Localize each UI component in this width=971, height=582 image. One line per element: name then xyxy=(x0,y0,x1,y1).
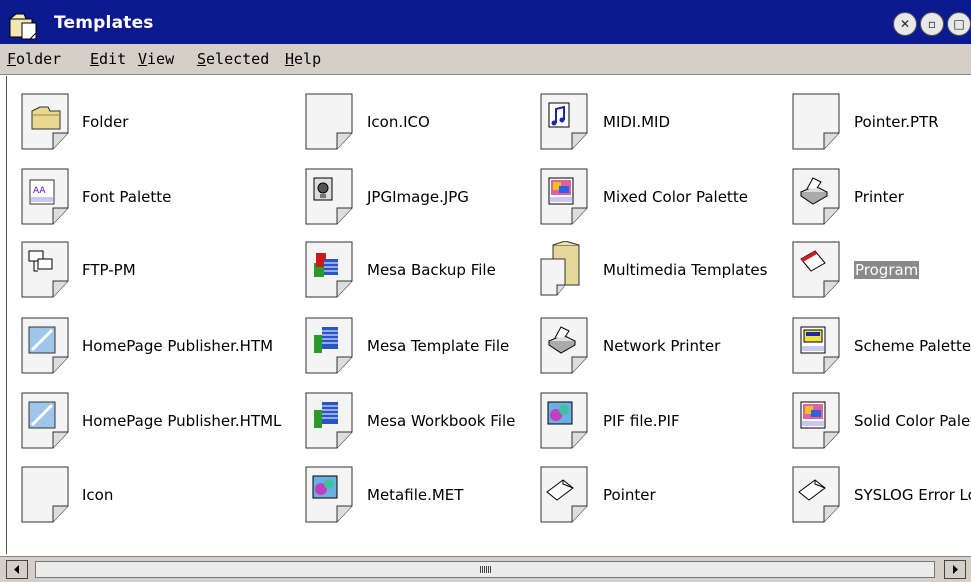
menu-mnemonic: S xyxy=(197,50,207,68)
item-label: Mesa Workbook File xyxy=(367,412,516,430)
web-page-icon xyxy=(21,317,69,374)
templates-window: Templates ✕ ▫ □ Folder Edit View Selecte… xyxy=(0,0,971,582)
item-label: Network Printer xyxy=(603,337,721,355)
menu-mnemonic: H xyxy=(285,50,295,68)
item-label: Icon xyxy=(82,486,114,504)
item-label: Metafile.MET xyxy=(367,486,464,504)
scroll-thumb[interactable] xyxy=(35,561,935,578)
font-palette-icon: AA xyxy=(21,168,69,225)
item-label: Folder xyxy=(82,113,129,131)
web-page-icon xyxy=(21,392,69,449)
minimize-button[interactable]: ▫ xyxy=(920,12,944,36)
printer-icon xyxy=(792,168,840,225)
close-button[interactable]: ✕ xyxy=(893,12,917,36)
item-label: PIF file.PIF xyxy=(603,412,680,430)
menu-help[interactable]: Help xyxy=(285,50,321,68)
item-label: Mesa Backup File xyxy=(367,261,496,279)
scroll-left-button[interactable] xyxy=(6,560,28,579)
title-bar[interactable]: Templates ✕ ▫ □ xyxy=(0,0,971,44)
maximize-icon: □ xyxy=(953,17,965,31)
item-label: SYSLOG Error Lo xyxy=(854,486,971,504)
item-label: MIDI.MID xyxy=(603,113,671,131)
close-icon: ✕ xyxy=(899,17,911,31)
icon-view[interactable]: Folder AA Font Palette FTP-PM HomePage P… xyxy=(6,76,971,554)
menu-bar: Folder Edit View Selected Help xyxy=(0,44,971,75)
menu-mnemonic: F xyxy=(7,50,17,68)
arrow-left-icon xyxy=(14,565,19,574)
metafile-icon xyxy=(305,466,353,523)
menu-label: elected xyxy=(206,50,270,68)
blank-document-icon xyxy=(305,93,353,150)
item-label: Program xyxy=(854,261,920,279)
menu-label: iew xyxy=(147,50,175,68)
minimize-icon: ▫ xyxy=(927,17,937,31)
menu-label: dit xyxy=(99,50,127,68)
blank-document-icon xyxy=(792,93,840,150)
item-label: Font Palette xyxy=(82,188,172,206)
menu-mnemonic: V xyxy=(138,50,148,68)
item-label: JPGImage.JPG xyxy=(367,188,469,206)
blank-document-icon xyxy=(21,466,69,523)
item-label: Mixed Color Palette xyxy=(603,188,748,206)
item-label: Scheme Palette xyxy=(854,337,971,355)
item-label: Pointer xyxy=(603,486,656,504)
mesa-backup-icon xyxy=(305,241,353,298)
grip-icon xyxy=(479,566,491,573)
pif-icon xyxy=(540,392,588,449)
item-label: Printer xyxy=(854,188,904,206)
menu-label: elp xyxy=(294,50,322,68)
menu-folder[interactable]: Folder xyxy=(7,50,61,68)
arrow-right-icon xyxy=(953,565,958,574)
image-icon xyxy=(305,168,353,225)
item-label: HomePage Publisher.HTML xyxy=(82,412,282,430)
item-label: FTP-PM xyxy=(82,261,136,279)
folder-icon xyxy=(21,93,69,150)
printer-icon xyxy=(540,317,588,374)
scheme-palette-icon xyxy=(792,317,840,374)
svg-text:AA: AA xyxy=(33,186,46,196)
ftp-icon xyxy=(21,241,69,298)
menu-label: older xyxy=(16,50,62,68)
window-title: Templates xyxy=(54,13,154,33)
color-palette-icon xyxy=(540,168,588,225)
menu-view[interactable]: View xyxy=(138,50,174,68)
horizontal-scrollbar[interactable] xyxy=(0,556,971,582)
menu-selected[interactable]: Selected xyxy=(197,50,269,68)
scroll-right-button[interactable] xyxy=(944,560,966,579)
mesa-spreadsheet-icon xyxy=(305,392,353,449)
item-label: HomePage Publisher.HTM xyxy=(82,337,274,355)
pointer-icon xyxy=(540,466,588,523)
item-label: Mesa Template File xyxy=(367,337,510,355)
program-icon xyxy=(792,241,840,298)
pointer-icon xyxy=(792,466,840,523)
item-label: Icon.ICO xyxy=(367,113,430,131)
menu-edit[interactable]: Edit xyxy=(90,50,126,68)
item-label: Multimedia Templates xyxy=(603,261,768,279)
item-label: Solid Color Palet xyxy=(854,412,971,430)
maximize-button[interactable]: □ xyxy=(947,12,971,36)
music-note-icon xyxy=(540,93,588,150)
menu-mnemonic: E xyxy=(90,50,100,68)
color-palette-icon xyxy=(792,392,840,449)
item-label: Pointer.PTR xyxy=(854,113,939,131)
folder-icon xyxy=(540,241,580,296)
mesa-spreadsheet-icon xyxy=(305,317,353,374)
templates-folder-icon xyxy=(8,13,37,40)
